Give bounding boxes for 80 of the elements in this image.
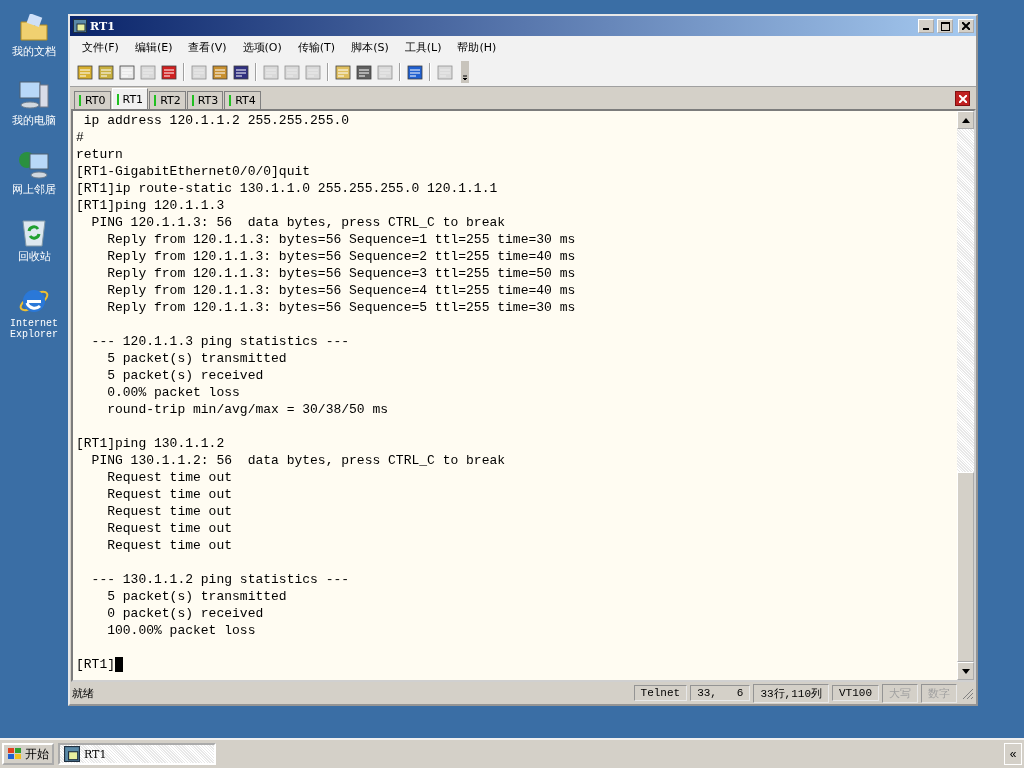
terminal-line: return — [76, 146, 123, 163]
taskbar-button[interactable]: RT1 — [58, 743, 216, 765]
terminal-line: 5 packet(s) transmitted — [106, 350, 287, 367]
terminal-line: ip address 120.1.1.2 255.255.255.0 — [82, 112, 350, 129]
recycle-bin-icon[interactable] — [21, 217, 47, 247]
status-pane: 33行,110列 — [753, 683, 829, 703]
terminal-line: 0.00% packet loss — [106, 384, 240, 401]
menu-item[interactable]: 传输(T) — [291, 39, 342, 55]
menu-item[interactable]: 查看(V) — [182, 39, 233, 55]
desktop-icon-label[interactable]: 网上邻居 — [12, 182, 56, 197]
computer-icon[interactable] — [18, 79, 50, 111]
session-tab[interactable]: RT3 — [186, 91, 224, 109]
terminal-line: 0 packet(s) received — [106, 605, 264, 622]
start-button[interactable]: 开始 — [2, 743, 54, 765]
terminal-line: Request time out — [106, 537, 233, 554]
minimize-button[interactable] — [918, 19, 934, 33]
session-tab[interactable]: RT4 — [224, 91, 261, 109]
terminal-line: --- 130.1.1.2 ping statistics --- — [90, 571, 350, 588]
terminal-line: round-trip min/avg/max = 30/38/50 ms — [106, 401, 389, 418]
terminal-line: 5 packet(s) received — [106, 367, 264, 384]
close-tab-button[interactable] — [955, 91, 970, 106]
desktop-icon-label[interactable]: 我的电脑 — [12, 113, 56, 128]
vertical-scrollbar[interactable] — [957, 111, 974, 680]
terminal-line: [RT1-GigabitEthernet0/0/0]quit — [76, 163, 311, 180]
menu-item[interactable]: 脚本(S) — [345, 39, 395, 55]
resize-grip-icon[interactable] — [960, 686, 974, 700]
menu-item[interactable]: 帮助(H) — [451, 39, 503, 55]
terminal-line: Reply from 120.1.1.3: bytes=56 Sequence=4 ttl=255 time=40 ms — [106, 282, 576, 299]
terminal-line: Reply from 120.1.1.3: bytes=56 Sequence=5 ttl=255 time=30 ms — [106, 299, 576, 316]
desktop-icon-label[interactable]: 我的文档 — [12, 44, 56, 59]
scroll-down-arrow-icon[interactable] — [961, 668, 970, 674]
close-icon — [962, 22, 970, 30]
terminal-line: [RT1] — [76, 656, 115, 673]
terminal-line: [RT1]ping 130.1.1.2 — [76, 435, 225, 452]
terminal-line: # — [76, 129, 84, 146]
text-cursor — [115, 657, 123, 672]
terminal-line: [RT1]ip route-static 130.1.1.0 255.255.255.0 120.1.1.1 — [76, 180, 498, 197]
terminal-line: Reply from 120.1.1.3: bytes=56 Sequence=1 ttl=255 time=30 ms — [106, 231, 576, 248]
menu-item[interactable]: 文件(F) — [76, 39, 125, 55]
menu-item[interactable]: 工具(L) — [398, 39, 448, 55]
terminal-line: Request time out — [106, 503, 233, 520]
desktop-icon-label[interactable]: Internet Explorer — [5, 318, 63, 340]
terminal-line: Reply from 120.1.1.3: bytes=56 Sequence=3 ttl=255 time=50 ms — [106, 265, 576, 282]
scroll-up-arrow-icon[interactable] — [961, 117, 970, 123]
window-app-icon — [64, 746, 80, 762]
terminal-line: Request time out — [106, 520, 233, 537]
toolbar-overflow-icon[interactable] — [461, 61, 469, 83]
menu-item[interactable]: 编辑(E) — [128, 39, 179, 55]
terminal-line: 100.00% packet loss — [106, 622, 256, 639]
maximize-icon — [940, 21, 950, 31]
terminal-line: PING 120.1.1.3: 56 data bytes, press CTRL_C to break — [90, 214, 506, 231]
desktop-icon-label[interactable]: 回收站 — [17, 249, 51, 264]
session-tab[interactable]: RT2 — [149, 91, 186, 109]
window-app-icon — [73, 19, 87, 33]
folder-icon[interactable] — [19, 14, 49, 42]
session-tab[interactable]: RT0 — [74, 91, 111, 109]
status-message: 就绪 — [72, 685, 95, 701]
terminal-line: --- 120.1.1.3 ping statistics --- — [90, 333, 350, 350]
toolbar-icon[interactable] — [406, 63, 424, 81]
windows-flag-icon — [7, 747, 23, 761]
terminal-line: PING 130.1.1.2: 56 data bytes, press CTRL_C to break — [90, 452, 506, 469]
terminal-line: 5 packet(s) transmitted — [106, 588, 287, 605]
toolbar-icon[interactable] — [355, 63, 373, 81]
status-pane: VT100 — [832, 685, 879, 701]
maximize-button[interactable] — [937, 19, 953, 33]
status-pane: 33, 6 — [690, 685, 751, 701]
toolbar-icon[interactable] — [160, 63, 178, 81]
close-button[interactable] — [958, 19, 974, 33]
session-tab[interactable]: RT1 — [111, 88, 149, 109]
show-hidden-icons-button[interactable]: « — [1004, 743, 1022, 765]
close-icon — [958, 94, 967, 103]
terminal-line: [RT1]ping 120.1.1.3 — [76, 197, 225, 214]
menu-item[interactable]: 选项(O) — [236, 39, 288, 55]
scrollbar-thumb[interactable] — [957, 472, 974, 662]
toolbar-icon[interactable] — [232, 63, 250, 81]
terminal-line: Request time out — [106, 469, 233, 486]
terminal-line: Reply from 120.1.1.3: bytes=56 Sequence=2 ttl=255 time=40 ms — [106, 248, 576, 265]
terminal-line: Request time out — [106, 486, 233, 503]
status-pane: Telnet — [633, 685, 688, 701]
window-title: RT1 — [90, 19, 115, 33]
